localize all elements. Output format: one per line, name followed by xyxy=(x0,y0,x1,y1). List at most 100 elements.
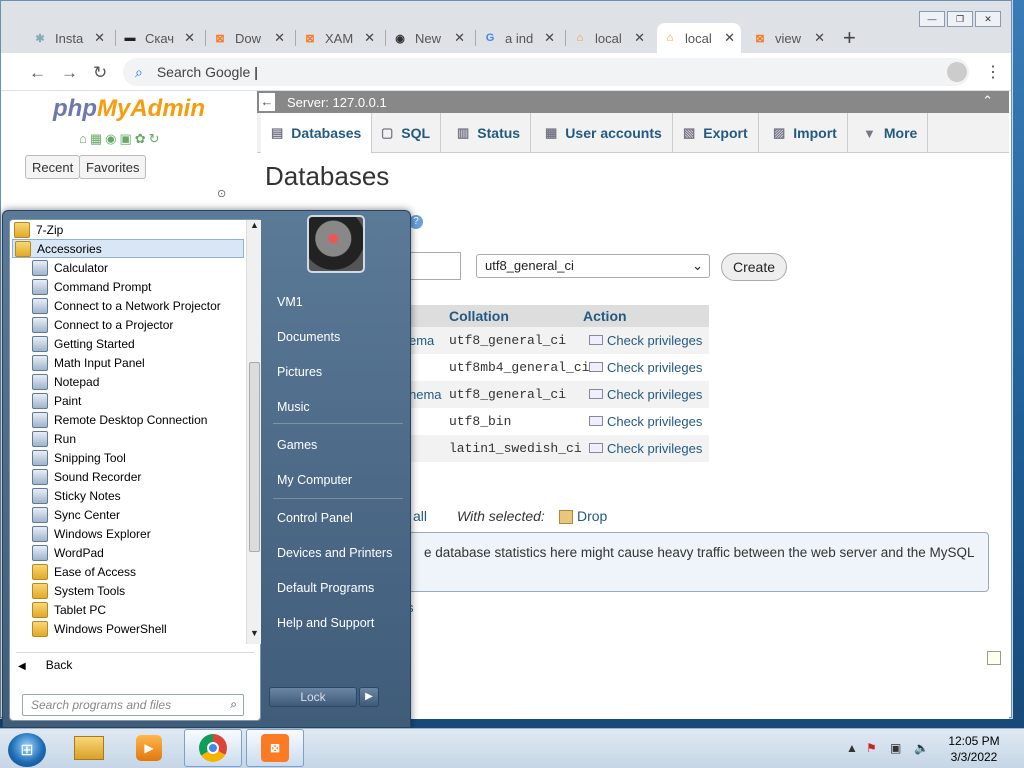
start-search-input[interactable]: Search programs and files ⌕ xyxy=(22,694,244,716)
db-name-tail[interactable]: ema xyxy=(407,333,447,348)
maximize-button[interactable]: ❐ xyxy=(947,11,973,27)
browser-tab[interactable]: ⌂ local ✕ xyxy=(657,23,741,53)
close-tab-icon[interactable]: ✕ xyxy=(184,30,195,46)
forward-arrow-icon[interactable]: → xyxy=(61,63,78,83)
lock-button[interactable]: Lock xyxy=(269,687,357,707)
profile-icon[interactable] xyxy=(947,62,967,82)
taskbar-clock[interactable]: 12:05 PM 3/3/2022 xyxy=(944,733,1004,765)
back-button[interactable]: ◀ Back xyxy=(18,658,72,672)
help-icon[interactable]: ? xyxy=(409,215,423,229)
program-item[interactable]: Command Prompt xyxy=(10,277,151,296)
collapse-icon[interactable]: ⌃ xyxy=(982,93,993,109)
check-privileges-link[interactable]: Check privileges xyxy=(589,333,702,348)
taskbar-media-player[interactable]: ▶ xyxy=(120,729,178,767)
close-tab-icon[interactable]: ✕ xyxy=(544,30,555,46)
server-label[interactable]: Server: 127.0.0.1 xyxy=(287,95,387,110)
program-item[interactable]: Windows Explorer xyxy=(10,524,151,543)
close-button[interactable]: ✕ xyxy=(975,11,1001,27)
program-item[interactable]: Math Input Panel xyxy=(10,353,145,372)
start-link-vm1[interactable]: VM1 xyxy=(277,295,303,309)
recent-button[interactable]: Recent xyxy=(25,155,81,179)
program-item[interactable]: Paint xyxy=(10,391,81,410)
start-link-documents[interactable]: Documents xyxy=(277,330,340,344)
close-tab-icon[interactable]: ✕ xyxy=(454,30,465,46)
browser-tab[interactable]: Ga ind ✕ xyxy=(477,23,561,53)
close-tab-icon[interactable]: ✕ xyxy=(724,30,735,46)
browser-tab[interactable]: ⌂ local ✕ xyxy=(567,23,651,53)
start-link-devices-and-printers[interactable]: Devices and Printers xyxy=(277,546,392,560)
program-list-scrollbar[interactable]: ▲ ▼ xyxy=(246,220,261,644)
tab-user-accounts[interactable]: ▦ User accounts xyxy=(535,113,673,153)
start-link-pictures[interactable]: Pictures xyxy=(277,365,322,379)
console-icon[interactable] xyxy=(987,651,1001,665)
program-item[interactable]: System Tools xyxy=(10,581,125,600)
taskbar-xampp[interactable]: ⊠ xyxy=(246,729,304,767)
close-tab-icon[interactable]: ✕ xyxy=(814,30,825,46)
browser-tab[interactable]: ⊠ Dow ✕ xyxy=(207,23,291,53)
start-button[interactable]: ⊞ xyxy=(8,733,46,767)
program-item[interactable]: Sync Center xyxy=(10,505,120,524)
database-name-input[interactable] xyxy=(407,252,461,280)
volume-icon[interactable]: 🔈 xyxy=(914,741,929,755)
taskbar-explorer[interactable] xyxy=(60,729,118,767)
tab-import[interactable]: ▨ Import xyxy=(763,113,848,153)
close-tab-icon[interactable]: ✕ xyxy=(364,30,375,46)
program-item[interactable]: Notepad xyxy=(10,372,99,391)
check-all-link[interactable]: all xyxy=(413,508,427,524)
new-tab-button[interactable]: + xyxy=(843,25,856,51)
collation-header[interactable]: Collation xyxy=(449,308,583,324)
minimize-button[interactable]: — xyxy=(919,11,945,27)
program-item[interactable]: Windows PowerShell xyxy=(10,619,167,638)
shutdown-options-icon[interactable]: ▶ xyxy=(359,687,379,707)
scroll-thumb[interactable] xyxy=(249,362,260,552)
tab-export[interactable]: ▧ Export xyxy=(673,113,759,153)
start-link-control-panel[interactable]: Control Panel xyxy=(277,511,353,525)
tab-status[interactable]: ▥ Status xyxy=(447,113,532,153)
program-item[interactable]: Ease of Access xyxy=(10,562,136,581)
action-center-icon[interactable]: ⚑ xyxy=(866,741,877,755)
close-tab-icon[interactable]: ✕ xyxy=(274,30,285,46)
taskbar-chrome[interactable] xyxy=(184,729,242,767)
tab-databases[interactable]: ▤ Databases xyxy=(261,113,373,153)
check-privileges-link[interactable]: Check privileges xyxy=(589,414,702,429)
program-item[interactable]: Tablet PC xyxy=(10,600,106,619)
program-item[interactable]: Snipping Tool xyxy=(10,448,126,467)
program-item[interactable]: Calculator xyxy=(10,258,108,277)
program-item[interactable]: Connect to a Projector xyxy=(10,315,173,334)
program-item[interactable]: 7-Zip xyxy=(10,220,63,239)
network-icon[interactable]: ▣ xyxy=(890,741,901,755)
back-arrow-icon[interactable]: ← xyxy=(29,63,46,83)
address-bar[interactable]: ⌕ Search Google | xyxy=(123,58,969,86)
browser-tab[interactable]: ⊠ view ✕ xyxy=(747,23,831,53)
program-item[interactable]: Accessories xyxy=(12,239,244,258)
user-avatar[interactable] xyxy=(307,215,365,273)
create-button[interactable]: Create xyxy=(721,253,787,281)
tab-sql[interactable]: ▢ SQL xyxy=(371,113,442,153)
tray-expand-icon[interactable]: ▲ xyxy=(846,741,858,755)
back-arrow-icon[interactable]: ← xyxy=(259,93,275,111)
browser-tab[interactable]: ◉ New ✕ xyxy=(387,23,471,53)
browser-tab[interactable]: ✱ Insta ✕ xyxy=(27,23,111,53)
program-item[interactable]: Connect to a Network Projector xyxy=(10,296,221,315)
collation-select[interactable]: utf8_general_ci ⌄ xyxy=(476,254,710,278)
reload-icon[interactable]: ↻ xyxy=(93,63,107,83)
scroll-down-icon[interactable]: ▼ xyxy=(250,628,259,638)
program-item[interactable]: Remote Desktop Connection xyxy=(10,410,207,429)
link-icon[interactable]: ⊙ xyxy=(217,187,226,200)
menu-kebab-icon[interactable]: ⋮ xyxy=(985,62,1001,82)
close-tab-icon[interactable]: ✕ xyxy=(634,30,645,46)
start-link-my-computer[interactable]: My Computer xyxy=(277,473,352,487)
check-privileges-link[interactable]: Check privileges xyxy=(589,387,702,402)
program-item[interactable]: Getting Started xyxy=(10,334,135,353)
program-item[interactable]: Sticky Notes xyxy=(10,486,121,505)
start-link-games[interactable]: Games xyxy=(277,438,317,452)
scroll-up-icon[interactable]: ▲ xyxy=(250,220,259,230)
browser-tab[interactable]: ⊠ XAM ✕ xyxy=(297,23,381,53)
close-tab-icon[interactable]: ✕ xyxy=(94,30,105,46)
db-name-tail[interactable]: hema xyxy=(407,387,447,402)
drop-button[interactable]: Drop xyxy=(559,508,607,525)
check-privileges-link[interactable]: Check privileges xyxy=(589,441,702,456)
start-link-help-and-support[interactable]: Help and Support xyxy=(277,616,374,630)
start-link-music[interactable]: Music xyxy=(277,400,310,414)
tab-more[interactable]: ▼ More xyxy=(853,113,929,153)
